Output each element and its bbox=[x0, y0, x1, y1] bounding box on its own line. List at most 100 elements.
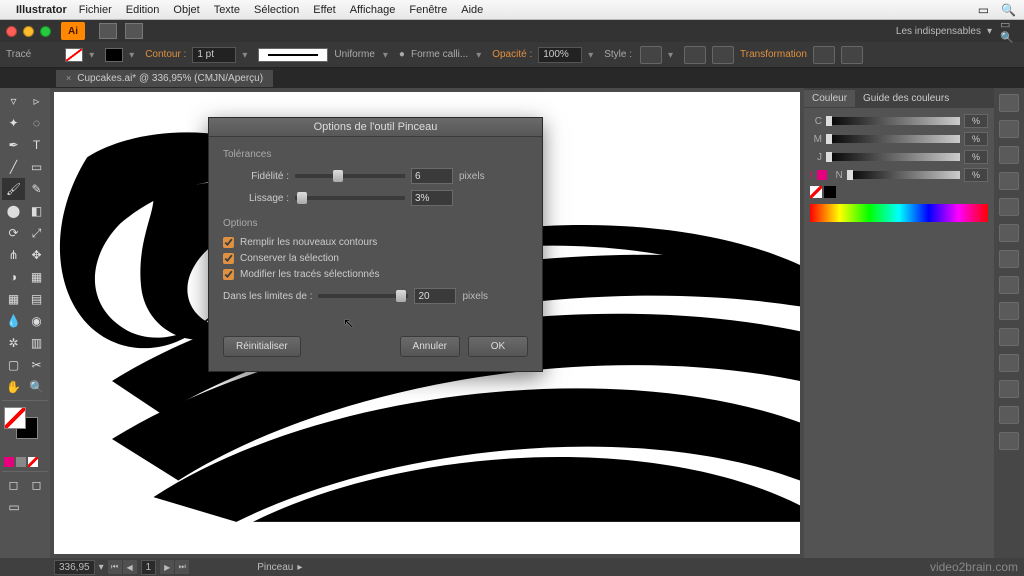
align-icon[interactable] bbox=[712, 46, 734, 64]
screen-mode[interactable]: ▭ bbox=[2, 496, 26, 518]
shape-builder-tool[interactable]: ◑ bbox=[2, 266, 25, 288]
dock-icon-5[interactable] bbox=[999, 198, 1019, 216]
stroke-label[interactable]: Contour : bbox=[145, 49, 186, 60]
stroke-profile[interactable] bbox=[258, 48, 328, 62]
document-tab[interactable]: × Cupcakes.ai* @ 336,95% (CMJN/Aperçu) bbox=[56, 70, 273, 87]
keep-sel-checkbox[interactable] bbox=[223, 253, 234, 264]
dock-icon-14[interactable] bbox=[999, 432, 1019, 450]
gradient-tool[interactable]: ▤ bbox=[25, 288, 48, 310]
menu-fenetre[interactable]: Fenêtre bbox=[409, 4, 447, 16]
workspace-label[interactable]: Les indispensables bbox=[896, 26, 981, 37]
fill-new-checkbox[interactable] bbox=[223, 237, 234, 248]
tab-guide-couleurs[interactable]: Guide des couleurs bbox=[855, 90, 957, 107]
mesh-tool[interactable]: ▦ bbox=[2, 288, 25, 310]
dock-icon-7[interactable] bbox=[999, 250, 1019, 268]
lasso-tool[interactable]: ◌ bbox=[25, 112, 48, 134]
within-field[interactable] bbox=[414, 288, 456, 304]
next-artboard-icon[interactable]: ▶ bbox=[160, 560, 174, 574]
menu-affichage[interactable]: Affichage bbox=[350, 4, 396, 16]
dock-icon-12[interactable] bbox=[999, 380, 1019, 398]
dock-icon-4[interactable] bbox=[999, 172, 1019, 190]
opacity-dd-icon[interactable]: ▾ bbox=[588, 50, 598, 60]
dock-icon-13[interactable] bbox=[999, 406, 1019, 424]
dock-icon-3[interactable] bbox=[999, 146, 1019, 164]
cancel-button[interactable]: Annuler bbox=[400, 336, 460, 357]
spot-color-chip[interactable] bbox=[817, 170, 827, 180]
perspective-tool[interactable]: ▦ bbox=[25, 266, 48, 288]
fill-swatch[interactable] bbox=[65, 48, 83, 62]
magic-wand-tool[interactable]: ✦ bbox=[2, 112, 25, 134]
stroke-weight-dd-icon[interactable]: ▾ bbox=[242, 50, 252, 60]
type-tool[interactable]: T bbox=[25, 134, 48, 156]
fill-new-checkbox-row[interactable]: Remplir les nouveaux contours bbox=[223, 237, 528, 248]
zoom-field[interactable]: 336,95 bbox=[54, 560, 95, 575]
first-artboard-icon[interactable]: ⏮ bbox=[108, 560, 122, 574]
edit-sel-checkbox-row[interactable]: Modifier les tracés sélectionnés bbox=[223, 269, 528, 280]
isolate-icon[interactable] bbox=[813, 46, 835, 64]
graph-tool[interactable]: ▥ bbox=[25, 332, 48, 354]
slice-tool[interactable]: ✂ bbox=[25, 354, 48, 376]
stroke-dropdown-icon[interactable]: ▾ bbox=[129, 50, 139, 60]
reset-button[interactable]: Réinitialiser bbox=[223, 336, 301, 357]
smoothing-field[interactable] bbox=[411, 190, 453, 206]
smoothing-slider[interactable] bbox=[295, 196, 405, 200]
opacity-field[interactable] bbox=[538, 47, 582, 63]
app-name[interactable]: Illustrator bbox=[16, 4, 67, 16]
opacity-label[interactable]: Opacité : bbox=[492, 49, 532, 60]
menu-fichier[interactable]: Fichier bbox=[79, 4, 112, 16]
dock-icon-1[interactable] bbox=[999, 94, 1019, 112]
spectrum-picker[interactable] bbox=[810, 204, 988, 222]
header-search-icon[interactable]: ▭🔍 bbox=[1000, 23, 1018, 39]
arrange-icon-2[interactable] bbox=[125, 23, 143, 39]
pen-tool[interactable]: ✒ bbox=[2, 134, 25, 156]
hand-tool[interactable]: ✋ bbox=[2, 376, 25, 398]
last-artboard-icon[interactable]: ⏭ bbox=[175, 560, 189, 574]
zoom-dd-icon[interactable]: ▾ bbox=[99, 562, 104, 573]
blob-brush-tool[interactable]: ⬤ bbox=[2, 200, 25, 222]
gradient-chip[interactable] bbox=[16, 457, 26, 467]
dock-icon-11[interactable] bbox=[999, 354, 1019, 372]
zoom-window-button[interactable] bbox=[40, 26, 51, 37]
dock-icon-2[interactable] bbox=[999, 120, 1019, 138]
fill-dropdown-icon[interactable]: ▾ bbox=[89, 50, 99, 60]
menubar-utility-icon[interactable]: ▭ bbox=[978, 3, 989, 17]
prev-artboard-icon[interactable]: ◀ bbox=[123, 560, 137, 574]
draw-mode-normal[interactable]: ◻ bbox=[2, 474, 25, 496]
select-similar-icon[interactable] bbox=[841, 46, 863, 64]
line-tool[interactable]: ╱ bbox=[2, 156, 25, 178]
chevron-down-icon[interactable]: ▾ bbox=[987, 26, 992, 37]
n-value[interactable]: % bbox=[964, 168, 988, 182]
rotate-tool[interactable]: ⟳ bbox=[2, 222, 25, 244]
blend-tool[interactable]: ◉ bbox=[25, 310, 48, 332]
keep-sel-checkbox-row[interactable]: Conserver la sélection bbox=[223, 253, 528, 264]
menu-edition[interactable]: Edition bbox=[126, 4, 160, 16]
profile-label[interactable]: Uniforme bbox=[334, 49, 375, 60]
width-tool[interactable]: ⋔ bbox=[2, 244, 25, 266]
zoom-tool[interactable]: 🔍 bbox=[25, 376, 48, 398]
artboard-tool[interactable]: ▢ bbox=[2, 354, 25, 376]
edit-sel-checkbox[interactable] bbox=[223, 269, 234, 280]
fidelity-slider[interactable] bbox=[295, 174, 405, 178]
dock-icon-8[interactable] bbox=[999, 276, 1019, 294]
transform-link[interactable]: Transformation bbox=[740, 49, 807, 60]
stroke-weight-field[interactable] bbox=[192, 47, 236, 63]
m-slider[interactable] bbox=[826, 135, 960, 143]
n-slider[interactable] bbox=[847, 171, 960, 179]
eraser-tool[interactable]: ◧ bbox=[25, 200, 48, 222]
brush-tool[interactable]: 🖌 bbox=[2, 178, 25, 200]
brush-style-label[interactable]: Forme calli... bbox=[411, 49, 468, 60]
style-dd-icon[interactable]: ▾ bbox=[668, 50, 678, 60]
rectangle-tool[interactable]: ▭ bbox=[25, 156, 48, 178]
j-value[interactable]: % bbox=[964, 150, 988, 164]
fidelity-field[interactable] bbox=[411, 168, 453, 184]
ok-button[interactable]: OK bbox=[468, 336, 528, 357]
close-window-button[interactable] bbox=[6, 26, 17, 37]
menu-aide[interactable]: Aide bbox=[461, 4, 483, 16]
close-tab-icon[interactable]: × bbox=[66, 73, 71, 83]
pencil-tool[interactable]: ✎ bbox=[25, 178, 48, 200]
none-chip[interactable] bbox=[28, 457, 38, 467]
menu-effet[interactable]: Effet bbox=[313, 4, 335, 16]
eyedropper-tool[interactable]: 💧 bbox=[2, 310, 25, 332]
within-slider[interactable] bbox=[318, 294, 408, 298]
menu-selection[interactable]: Sélection bbox=[254, 4, 299, 16]
